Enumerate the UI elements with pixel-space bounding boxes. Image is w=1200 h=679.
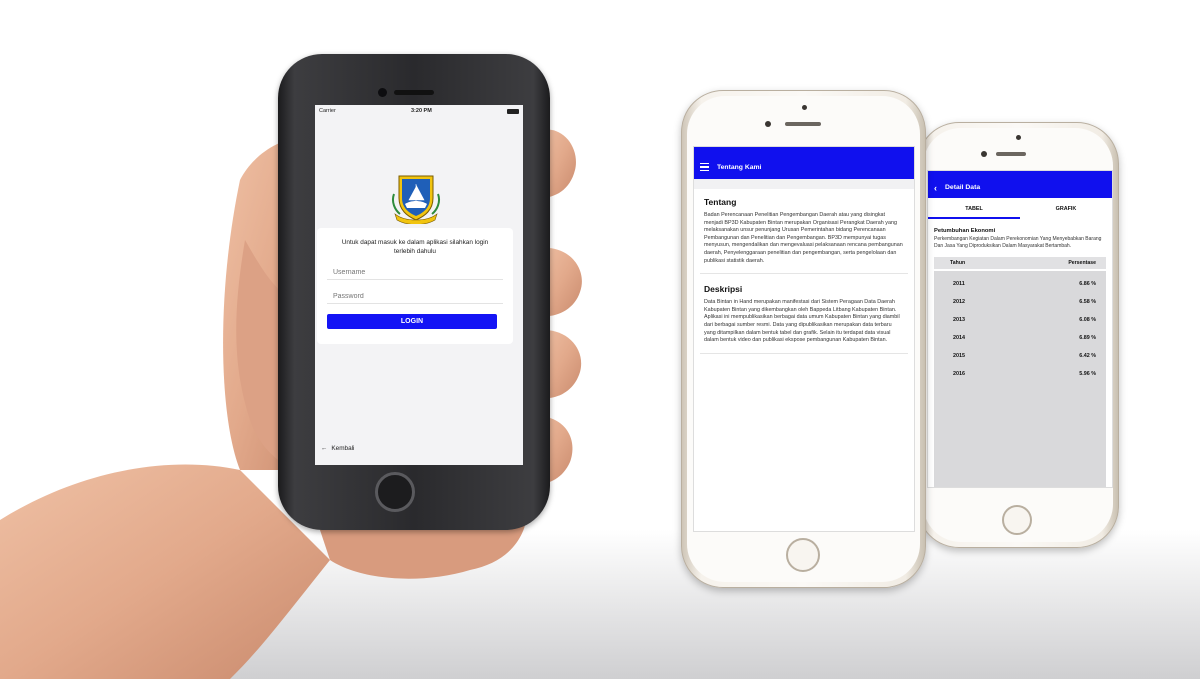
table-row: 2015 6.42 % bbox=[934, 347, 1106, 365]
earpiece-speaker bbox=[394, 90, 434, 95]
detail-heading: Petumbuhan Ekonomi bbox=[934, 228, 996, 234]
row-value: 6.86 % bbox=[1079, 281, 1096, 287]
data-table: 2011 6.86 % 2012 6.58 % 2013 6.08 % 2014 6.8… bbox=[934, 271, 1106, 487]
table-row: 2013 6.08 % bbox=[934, 311, 1106, 329]
tab-grafik[interactable]: GRAFIK bbox=[1020, 198, 1112, 219]
divider bbox=[700, 352, 908, 354]
back-link[interactable]: ← Kembali bbox=[321, 445, 354, 452]
detail-subheading: Perkembangan Kegiatan Dalam Perekonomian… bbox=[934, 236, 1102, 249]
sensor bbox=[802, 105, 807, 110]
row-year: 2016 bbox=[953, 371, 965, 377]
about-screen: Tentang Kami Tentang Badan Perencanaan P… bbox=[693, 146, 915, 532]
arrow-left-icon: ← bbox=[321, 445, 328, 452]
home-button[interactable] bbox=[375, 472, 415, 512]
row-value: 6.58 % bbox=[1079, 299, 1096, 305]
phone-about: Tentang Kami Tentang Badan Perencanaan P… bbox=[681, 90, 926, 588]
login-intro-text: Untuk dapat masuk ke dalam aplikasi sila… bbox=[341, 239, 489, 255]
sensor bbox=[1016, 135, 1021, 140]
phone-login: Carrier 3:20 PM Untuk dapat masuk ke dal… bbox=[278, 54, 550, 530]
kabupaten-bintan-logo bbox=[391, 175, 441, 224]
row-value: 6.42 % bbox=[1079, 353, 1096, 359]
detail-app-bar: ‹ Detail Data bbox=[928, 171, 1112, 198]
detail-title: Detail Data bbox=[945, 184, 981, 191]
row-year: 2012 bbox=[953, 299, 965, 305]
earpiece-speaker bbox=[785, 122, 821, 126]
home-button[interactable] bbox=[786, 538, 820, 572]
earpiece-speaker bbox=[996, 152, 1026, 156]
status-bar: Carrier 3:20 PM bbox=[315, 105, 523, 117]
back-link-label: Kembali bbox=[331, 445, 355, 452]
about-app-bar: Tentang Kami bbox=[694, 147, 914, 179]
section-title-tentang: Tentang bbox=[704, 197, 737, 207]
row-value: 6.08 % bbox=[1079, 317, 1096, 323]
table-row: 2012 6.58 % bbox=[934, 293, 1106, 311]
about-title: Tentang Kami bbox=[717, 163, 762, 171]
login-button[interactable]: LOGIN bbox=[327, 314, 497, 329]
row-year: 2015 bbox=[953, 353, 965, 359]
login-card: Untuk dapat masuk ke dalam aplikasi sila… bbox=[317, 228, 513, 344]
home-button[interactable] bbox=[1002, 505, 1032, 535]
divider bbox=[700, 273, 908, 275]
row-value: 5.96 % bbox=[1079, 371, 1096, 377]
table-header: Tahun Persentase bbox=[934, 257, 1106, 269]
section-title-deskripsi: Deskripsi bbox=[704, 284, 743, 295]
column-header-percent: Persentase bbox=[1068, 260, 1096, 266]
status-time: 3:20 PM bbox=[411, 108, 432, 114]
row-year: 2014 bbox=[953, 335, 965, 341]
table-row: 2011 6.86 % bbox=[934, 275, 1106, 293]
login-screen: Carrier 3:20 PM Untuk dapat masuk ke dal… bbox=[315, 105, 523, 465]
carrier-label: Carrier bbox=[319, 108, 336, 114]
battery-icon bbox=[506, 108, 519, 114]
section-text-tentang: Badan Perencanaan Penelitian Pengembanga… bbox=[704, 212, 903, 264]
section-text-deskripsi: Data Bintan in Hand merupakan manifestas… bbox=[704, 299, 900, 344]
hamburger-menu-icon[interactable] bbox=[700, 162, 709, 172]
username-input[interactable] bbox=[327, 262, 503, 280]
table-row: 2014 6.89 % bbox=[934, 329, 1106, 347]
front-camera bbox=[981, 151, 987, 157]
detail-data-screen: ‹ Detail Data TABEL GRAFIK Petumbuhan Ek… bbox=[927, 170, 1113, 488]
front-camera bbox=[378, 88, 387, 97]
row-year: 2013 bbox=[953, 317, 965, 323]
table-row: 2016 5.96 % bbox=[934, 365, 1106, 383]
tab-tabel[interactable]: TABEL bbox=[928, 198, 1020, 219]
column-header-year: Tahun bbox=[950, 260, 966, 266]
chevron-left-icon[interactable]: ‹ bbox=[934, 183, 937, 193]
row-year: 2011 bbox=[953, 281, 965, 287]
front-camera bbox=[765, 121, 771, 127]
detail-tabs: TABEL GRAFIK bbox=[928, 198, 1112, 219]
row-value: 6.89 % bbox=[1079, 335, 1096, 341]
password-input[interactable] bbox=[327, 286, 503, 304]
phone-detail-data: ‹ Detail Data TABEL GRAFIK Petumbuhan Ek… bbox=[917, 122, 1119, 548]
